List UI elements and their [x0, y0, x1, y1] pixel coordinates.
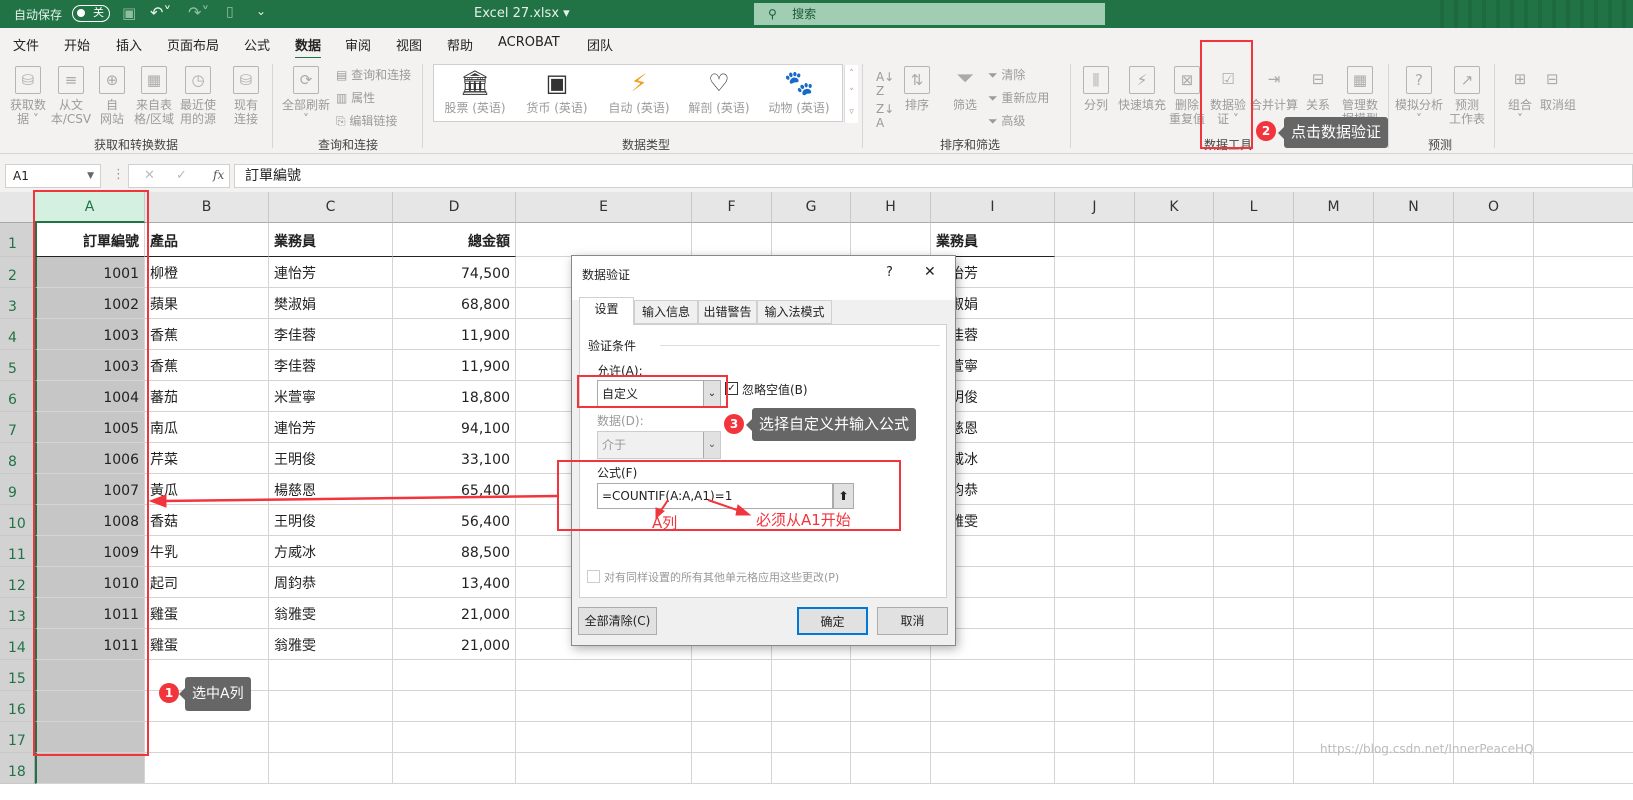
tab-settings[interactable]: 设置: [579, 297, 634, 325]
arrow-to-a1: [707, 499, 741, 512]
arrow-to-column-a: [161, 494, 559, 503]
section-label: 验证条件: [588, 337, 643, 354]
note-column-a: A列: [652, 514, 678, 532]
annotation-arrows: [148, 494, 752, 520]
arrowhead-icon: [148, 494, 167, 508]
arrowhead-icon: [735, 504, 752, 516]
watermark: https://blog.csdn.net/InnerPeaceHQ: [1320, 742, 1534, 756]
note-start-a1: 必须从A1开始: [756, 511, 851, 529]
